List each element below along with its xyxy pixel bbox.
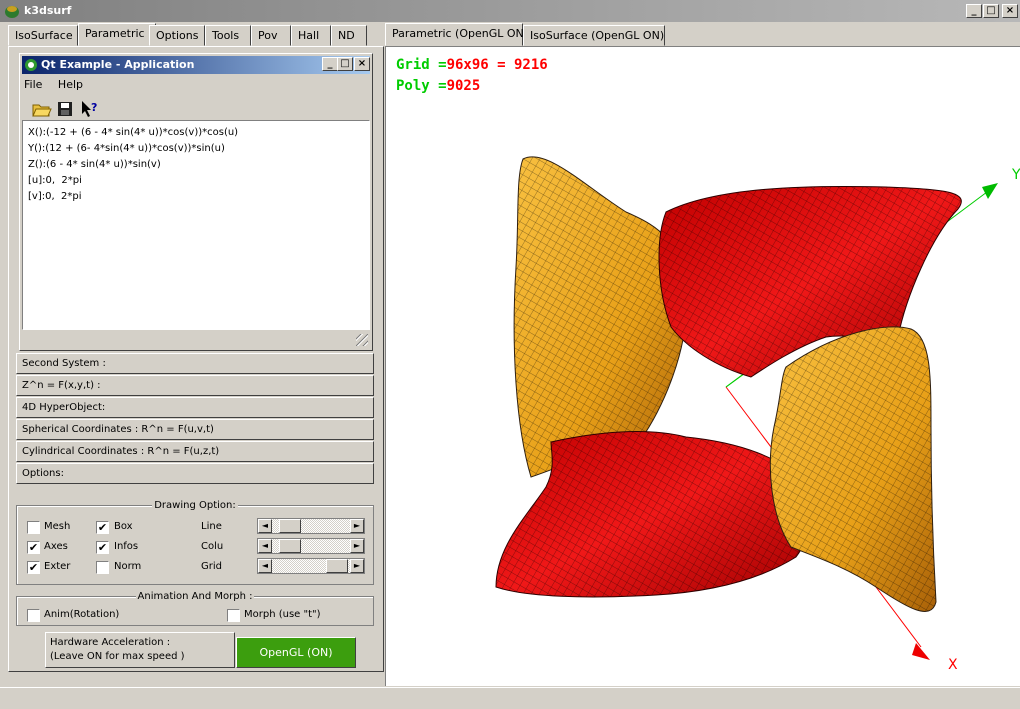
y-axis-label: Y [1011, 167, 1020, 183]
axes-label: Axes [44, 541, 68, 552]
line-slider-label: Line [201, 521, 222, 532]
tab-pov[interactable]: Pov [251, 25, 291, 46]
qt-close-button[interactable]: × [354, 57, 370, 71]
qt-example-window: Qt Example - Application _ □ × File Help… [19, 53, 373, 351]
morph-checkbox[interactable] [227, 609, 240, 622]
hw-label-line2: (Leave ON for max speed ) [50, 651, 185, 662]
hardware-acceleration-label: Hardware Acceleration : (Leave ON for ma… [45, 632, 235, 668]
scroll-right-arrow-icon[interactable]: ► [350, 559, 364, 573]
drawing-options-title: Drawing Option: [152, 500, 238, 511]
box-checkbox[interactable]: ✔ [96, 521, 109, 534]
infos-checkbox[interactable]: ✔ [96, 541, 109, 554]
grid-slider-label: Grid [201, 561, 222, 572]
anim-rotation-label: Anim(Rotation) [44, 609, 120, 620]
exter-checkbox[interactable]: ✔ [27, 561, 40, 574]
qt-app-icon [25, 59, 37, 71]
qt-window-titlebar: Qt Example - Application _ □ × [22, 56, 370, 74]
qt-minimize-button[interactable]: _ [322, 57, 338, 71]
scroll-left-arrow-icon[interactable]: ◄ [258, 519, 272, 533]
scroll-right-arrow-icon[interactable]: ► [350, 519, 364, 533]
minimize-button[interactable]: _ [966, 4, 982, 18]
animation-morph-title: Animation And Morph : [135, 591, 255, 602]
tab-parametric[interactable]: Parametric [78, 23, 156, 46]
scroll-left-arrow-icon[interactable]: ◄ [258, 539, 272, 553]
qt-window-title: Qt Example - Application [41, 58, 195, 71]
parametric-surface-render: X Y [495, 156, 1020, 673]
right-tab-bar: Parametric (OpenGL ON) IsoSurface (OpenG… [385, 23, 685, 46]
tab-parametric-opengl[interactable]: Parametric (OpenGL ON) [385, 23, 528, 46]
norm-label: Norm [114, 561, 142, 572]
tab-tools[interactable]: Tools [205, 25, 251, 46]
exter-label: Exter [44, 561, 71, 572]
scroll-left-arrow-icon[interactable]: ◄ [258, 559, 272, 573]
tab-nd[interactable]: ND [331, 25, 367, 46]
infos-label: Infos [114, 541, 139, 552]
k3dsurf-app-icon [5, 6, 19, 18]
hw-label-line1: Hardware Acceleration : [50, 637, 171, 648]
slider-thumb[interactable] [326, 559, 348, 573]
editor-line: Y():(12 + (6- 4*sin(4* u))*cos(v))*sin(u… [28, 143, 225, 154]
x-axis-label: X [948, 657, 958, 673]
grid-slider[interactable]: ◄ ► [257, 558, 365, 574]
section-spherical[interactable]: Spherical Coordinates : R^n = F(u,v,t) [16, 419, 374, 440]
save-disk-icon[interactable] [54, 98, 76, 120]
line-slider[interactable]: ◄ ► [257, 518, 365, 534]
section-options[interactable]: Options: [16, 463, 374, 484]
tab-hall[interactable]: Hall [291, 25, 331, 46]
colu-slider[interactable]: ◄ ► [257, 538, 365, 554]
y-axis-arrow-icon [982, 183, 998, 199]
mesh-label: Mesh [44, 521, 71, 532]
status-bar [0, 687, 1020, 709]
slider-thumb[interactable] [279, 539, 301, 553]
svg-text:?: ? [91, 101, 97, 114]
tab-isosurface[interactable]: IsoSurface [8, 25, 78, 46]
box-label: Box [114, 521, 133, 532]
mesh-checkbox[interactable] [27, 521, 40, 534]
window-titlebar: k3dsurf _ □ × [0, 0, 1020, 22]
anim-rotation-checkbox[interactable] [27, 609, 40, 622]
editor-line: Z():(6 - 4* sin(4* u))*sin(v) [28, 159, 161, 170]
colu-slider-label: Colu [201, 541, 224, 552]
qt-maximize-button[interactable]: □ [337, 57, 353, 71]
left-tab-bar: IsoSurface Parametric Options Tools Pov … [8, 23, 384, 46]
open-folder-icon[interactable] [30, 98, 52, 120]
section-4d-hyperobject[interactable]: 4D HyperObject: [16, 397, 374, 418]
equation-editor[interactable]: X():(-12 + (6 - 4* sin(4* u))*cos(v))*co… [22, 120, 370, 330]
section-cylindrical[interactable]: Cylindrical Coordinates : R^n = F(u,z,t) [16, 441, 374, 462]
morph-label: Morph (use "t") [244, 609, 321, 620]
qt-toolbar: ? [24, 97, 368, 121]
scroll-right-arrow-icon[interactable]: ► [350, 539, 364, 553]
opengl-viewport[interactable]: Grid =96x96 = 9216 Poly =9025 X Y [385, 46, 1020, 686]
qt-menubar: File Help [24, 78, 95, 94]
whats-this-help-icon[interactable]: ? [78, 98, 100, 120]
x-axis-arrow-icon [912, 643, 930, 660]
editor-line: [v]:0, 2*pi [28, 191, 82, 202]
menu-help[interactable]: Help [58, 78, 83, 91]
resize-grip[interactable] [356, 334, 368, 346]
editor-line: [u]:0, 2*pi [28, 175, 82, 186]
window-title: k3dsurf [24, 4, 72, 17]
slider-thumb[interactable] [279, 519, 301, 533]
tab-isosurface-opengl[interactable]: IsoSurface (OpenGL ON) [523, 25, 665, 46]
maximize-button[interactable]: □ [983, 4, 999, 18]
section-zn[interactable]: Z^n = F(x,y,t) : [16, 375, 374, 396]
menu-file[interactable]: File [24, 78, 42, 91]
tab-options[interactable]: Options [149, 25, 205, 46]
opengl-toggle-button[interactable]: OpenGL (ON) [236, 637, 356, 668]
editor-line: X():(-12 + (6 - 4* sin(4* u))*cos(v))*co… [28, 127, 239, 138]
section-second-system[interactable]: Second System : [16, 353, 374, 374]
close-button[interactable]: × [1002, 4, 1018, 18]
axes-checkbox[interactable]: ✔ [27, 541, 40, 554]
norm-checkbox[interactable] [96, 561, 109, 574]
